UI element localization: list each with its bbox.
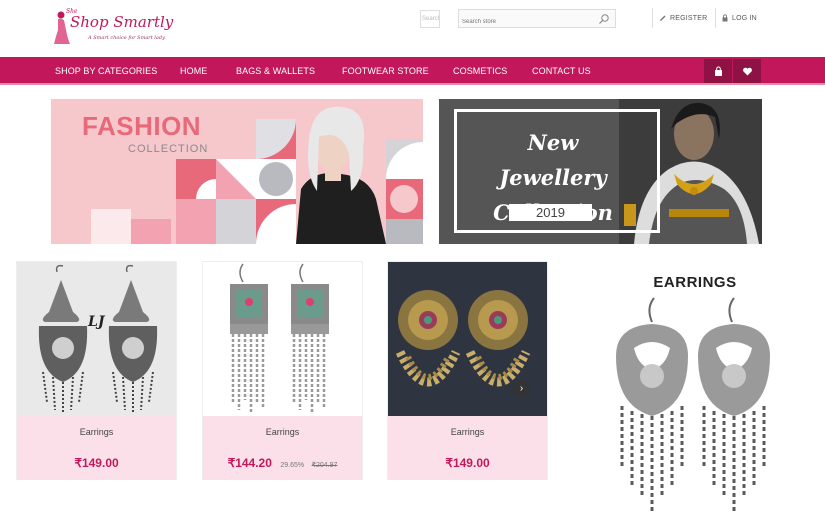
product-info: Earrings ₹149.00 [17,416,176,480]
product-image[interactable] [203,262,362,416]
earring-photo-graphic [38,264,158,412]
product-image[interactable]: › [388,262,547,416]
product-price: ₹144.20 [227,456,272,470]
nav-shop-by-categories[interactable]: SHOP BY CATEGORIES [55,66,157,76]
lady-silhouette-icon [54,11,70,44]
page: She Shop Smartly A Smart choice for Smar… [0,0,825,525]
product-price: ₹149.00 [74,456,119,470]
logo-tagline: A Smart choice for Smart lady [88,35,165,41]
search-box [458,9,616,31]
nav-footwear-store[interactable]: FOOTWEAR STORE [342,66,429,76]
product-card[interactable]: Earrings ₹144.20 29.65% ₹204.97 [202,261,363,480]
product-price: ₹149.00 [445,456,490,470]
main-nav: SHOP BY CATEGORIES HOME BAGS & WALLETS F… [0,57,825,85]
cart-button[interactable] [704,59,732,83]
nav-bags-wallets[interactable]: BAGS & WALLETS [236,66,315,76]
mini-search-input[interactable]: Search [420,10,440,28]
product-image[interactable]: LJ [17,262,176,416]
login-link[interactable]: LOG IN [721,14,757,22]
product-old-price: ₹204.97 [311,462,338,469]
nav-cosmetics[interactable]: COSMETICS [453,66,507,76]
image-watermark: LJ [88,314,105,330]
product-info: Earrings ₹149.00 [388,416,547,480]
search-icon[interactable] [598,13,610,25]
product-card[interactable]: LJ Earrings ₹149.00 [16,261,177,480]
register-label: REGISTER [670,14,708,22]
product-info: Earrings ₹144.20 29.65% ₹204.97 [203,416,362,480]
pencil-icon [660,15,666,21]
product-card[interactable]: › Earrings ₹149.00 [387,261,548,480]
shopping-bag-icon [714,66,722,76]
register-link[interactable]: REGISTER [659,14,707,22]
product-name[interactable]: Earrings [203,427,362,437]
product-name[interactable]: Earrings [17,427,176,437]
site-header: She Shop Smartly A Smart choice for Smar… [0,0,825,56]
earrings-promo[interactable]: EARRINGS [600,261,800,521]
next-arrow-icon[interactable]: › [513,380,530,397]
header-divider [652,8,653,28]
search-input[interactable] [459,13,589,31]
promo-title: EARRINGS [653,274,737,291]
logo-name: Shop Smartly [70,13,174,31]
earring-photo-graphic [230,263,329,412]
header-divider [715,8,716,28]
product-price-row: ₹149.00 [17,454,176,472]
jewellery-collection-banner[interactable]: New Jewellery Collection 2019 [439,99,762,244]
jewellery-banner-year: 2019 [509,204,592,221]
nav-home[interactable]: HOME [180,66,207,76]
product-discount: 29.65% [280,462,305,469]
login-label: LOG IN [732,14,757,22]
fashion-collection-banner[interactable]: FASHION COLLECTION [51,99,423,244]
site-logo[interactable]: She Shop Smartly A Smart choice for Smar… [52,8,174,48]
fashion-banner-subtitle: COLLECTION [128,143,209,155]
jewellery-title-line-1: New Jewellery [499,130,607,190]
product-name[interactable]: Earrings [388,427,547,437]
nav-contact-us[interactable]: CONTACT US [532,66,591,76]
earrings-promo-image [616,297,770,511]
heart-icon [742,67,752,75]
wishlist-button[interactable] [733,59,761,83]
fashion-banner-title: FASHION [82,111,202,141]
lock-icon [722,14,728,22]
product-price-row: ₹144.20 29.65% ₹204.97 [203,454,362,472]
product-price-row: ₹149.00 [388,454,547,472]
